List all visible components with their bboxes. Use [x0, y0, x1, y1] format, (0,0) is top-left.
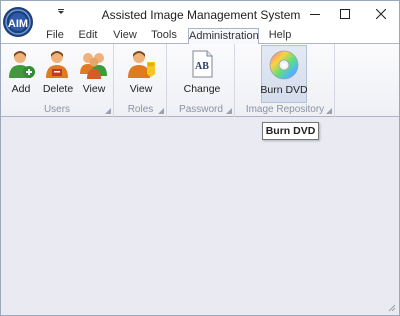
close-button[interactable] [364, 1, 398, 27]
group-image-repository-label: Image Repository [245, 104, 325, 115]
view-roles-button[interactable]: View [125, 45, 157, 103]
quick-access-dropdown-icon[interactable] [56, 7, 66, 17]
minimize-icon [310, 14, 320, 15]
dialog-launcher-icon[interactable] [326, 108, 332, 114]
title-bar: Assisted Image Management System [1, 1, 399, 27]
ribbon-tab-row: File Edit View Tools Administration Help [1, 27, 399, 44]
add-user-icon [9, 51, 35, 78]
dvd-disc-icon [269, 50, 299, 80]
burn-dvd-tooltip: Burn DVD [262, 122, 319, 140]
svg-text:AIM: AIM [8, 18, 28, 30]
tab-view[interactable]: View [111, 28, 139, 43]
change-password-icon: AB [192, 50, 213, 78]
group-users: Add Delete View Users [1, 44, 114, 117]
view-roles-icon [128, 51, 155, 78]
change-password-button[interactable]: AB Change [182, 45, 222, 103]
tab-edit[interactable]: Edit [75, 28, 101, 43]
dialog-launcher-icon[interactable] [105, 108, 111, 114]
tab-file[interactable]: File [41, 28, 69, 43]
group-password: AB Change Password [168, 44, 235, 117]
window-title: Assisted Image Management System [101, 8, 301, 22]
maximize-icon [340, 9, 350, 19]
view-users-label: View [82, 83, 106, 95]
close-icon [376, 9, 386, 19]
minimize-button[interactable] [298, 1, 332, 27]
view-users-icon [80, 53, 107, 79]
app-window: Assisted Image Management System AIM Fil… [0, 0, 400, 316]
tab-tools[interactable]: Tools [149, 28, 179, 43]
group-image-repository: Burn DVD Image Repository [236, 44, 335, 117]
workspace-area [1, 118, 399, 315]
add-user-button[interactable]: Add [5, 45, 37, 103]
delete-user-label: Delete [42, 83, 74, 95]
resize-grip-icon[interactable] [386, 302, 396, 312]
delete-user-icon [46, 51, 68, 78]
burn-dvd-button[interactable]: Burn DVD [260, 45, 308, 103]
tab-administration[interactable]: Administration [188, 28, 259, 44]
change-password-label: Change [183, 83, 221, 95]
tab-help[interactable]: Help [266, 28, 294, 43]
add-user-label: Add [11, 83, 31, 95]
view-roles-label: View [129, 83, 153, 95]
ribbon: Add Delete View Users View Roles AB Chan… [1, 43, 399, 117]
dialog-launcher-icon[interactable] [226, 108, 232, 114]
group-users-label: Users [43, 104, 71, 115]
maximize-button[interactable] [328, 1, 362, 27]
delete-user-button[interactable]: Delete [41, 45, 75, 103]
aim-logo-icon[interactable]: AIM [2, 2, 34, 40]
group-password-label: Password [179, 104, 223, 115]
burn-dvd-label: Burn DVD [260, 84, 308, 96]
group-roles: View Roles [115, 44, 167, 117]
change-password-icon-text: AB [195, 61, 209, 72]
view-users-button[interactable]: View [79, 45, 109, 103]
dialog-launcher-icon[interactable] [158, 108, 164, 114]
